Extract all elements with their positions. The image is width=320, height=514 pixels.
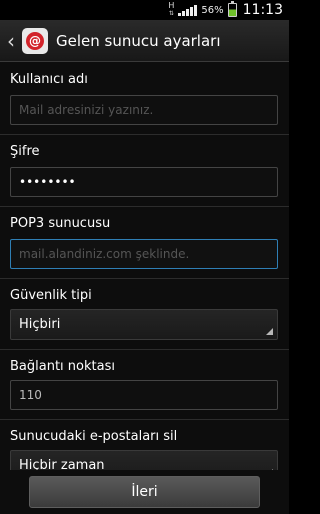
username-group: Kullanıcı adı Mail adresinizi yazınız. [0,63,289,125]
port-input[interactable]: 110 [10,380,278,410]
bottom-bar: İleri [0,470,289,514]
security-label: Güvenlik tipi [10,288,92,303]
next-button[interactable]: İleri [29,476,260,508]
port-label: Bağlantı noktası [10,359,115,374]
username-label: Kullanıcı adı [10,72,88,87]
password-value: •••••••• [19,175,76,189]
pop3-label: POP3 sunucusu [10,216,111,231]
port-value: 110 [19,388,42,402]
signal-strength-icon [178,4,198,16]
port-group: Bağlantı noktası 110 [0,350,289,410]
username-input[interactable]: Mail adresinizi yazınız. [10,95,278,125]
dropdown-corner-icon [266,328,273,335]
security-group: Güvenlik tipi Hiçbiri [0,279,289,340]
battery-percent: 56% [201,4,224,16]
password-input[interactable]: •••••••• [10,167,278,197]
at-sign-icon: @ [29,33,41,48]
username-placeholder: Mail adresinizi yazınız. [19,103,154,117]
page-title: Gelen sunucu ayarları [56,31,221,50]
password-label: Şifre [10,144,40,159]
pop3-server-input[interactable]: mail.alandiniz.com şeklinde. [10,239,278,269]
back-chevron-icon[interactable]: ‹ [0,20,22,62]
battery-icon [227,1,237,17]
screen: H ⇅ 56% 11:13 ‹ @ Gelen sunucu ayarları … [0,0,289,514]
password-group: Şifre •••••••• [0,135,289,197]
network-type-icon: H ⇅ [168,1,175,18]
pop3-placeholder: mail.alandiniz.com şeklinde. [19,247,190,261]
pop3-group: POP3 sunucusu mail.alandiniz.com şeklind… [0,207,289,269]
delete-email-label: Sunucudaki e-postaları sil [10,429,178,444]
action-bar: ‹ @ Gelen sunucu ayarları [0,20,289,62]
network-type-label: H [168,1,175,10]
security-type-select[interactable]: Hiçbiri [10,309,278,340]
clock: 11:13 [242,2,283,18]
status-bar: H ⇅ 56% 11:13 [0,0,289,20]
security-value: Hiçbiri [19,317,61,332]
settings-form: Kullanıcı adı Mail adresinizi yazınız. Ş… [0,63,289,481]
email-app-icon[interactable]: @ [22,27,48,54]
